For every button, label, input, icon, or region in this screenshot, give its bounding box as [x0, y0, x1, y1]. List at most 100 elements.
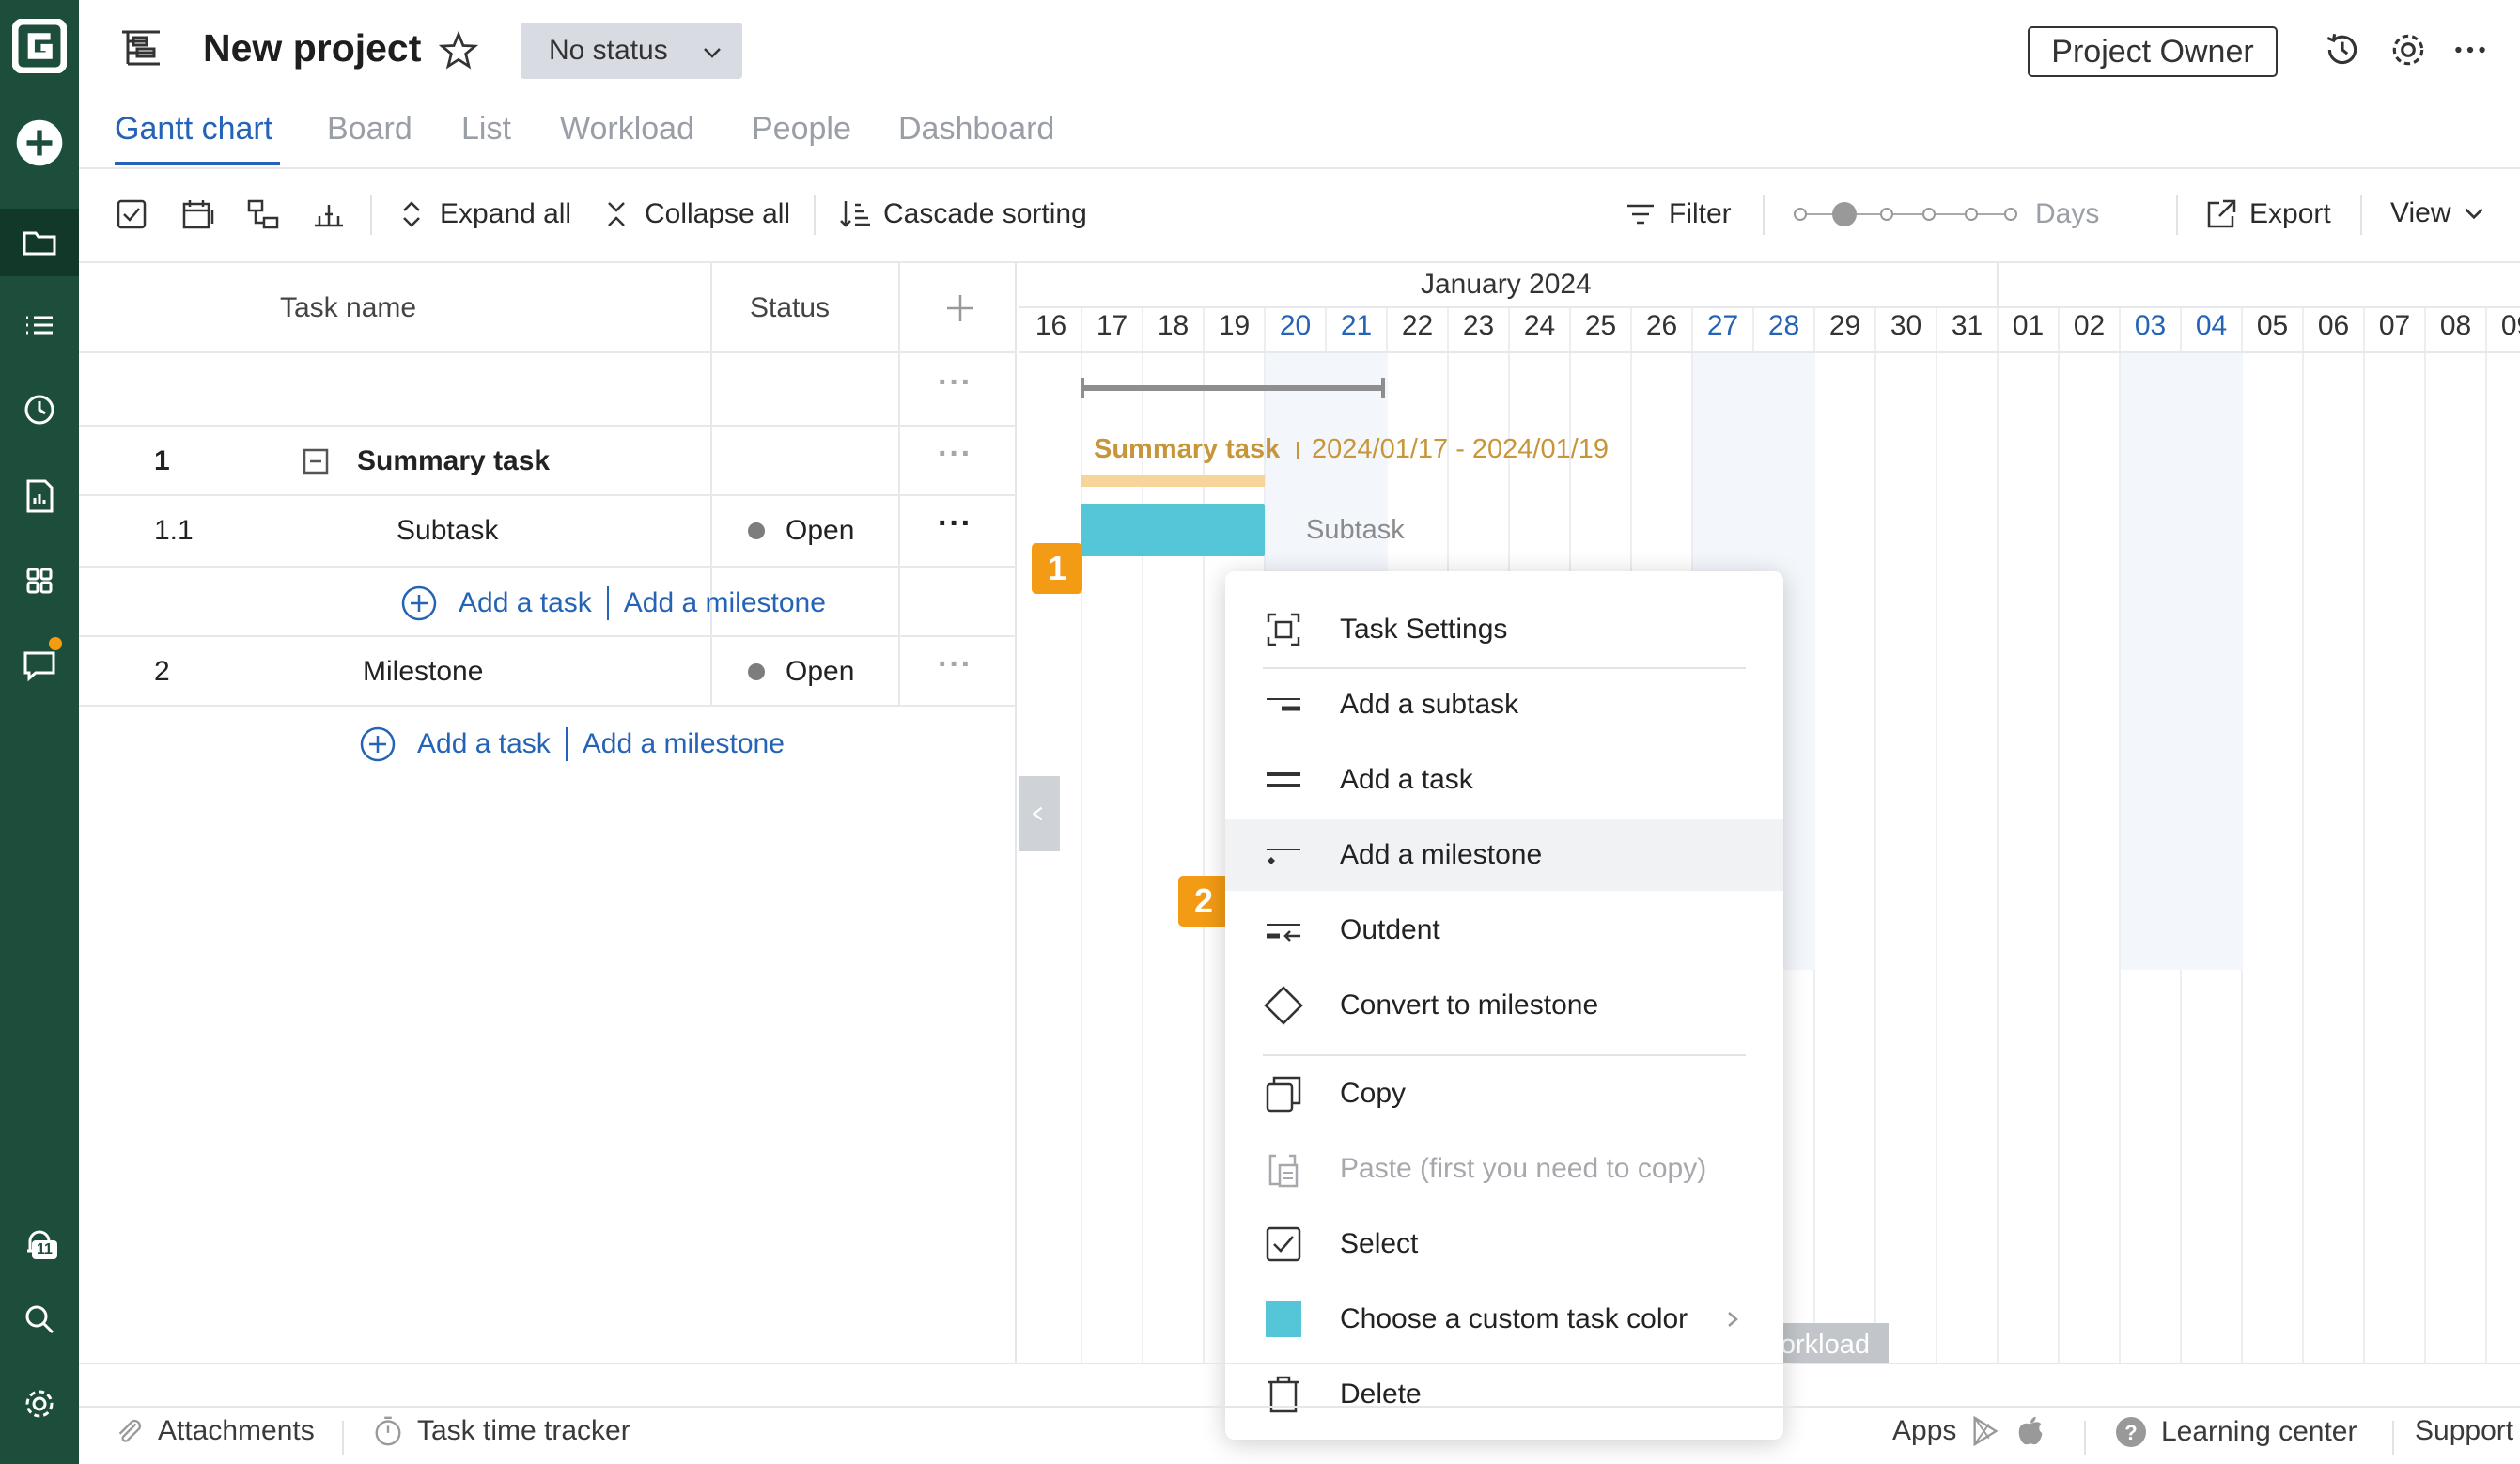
day-column-line — [2363, 306, 2365, 1364]
tab-board[interactable]: Board — [327, 111, 412, 148]
export-button[interactable]: Export — [2204, 197, 2331, 231]
tab-gantt-chart[interactable]: Gantt chart — [115, 111, 272, 148]
support-link[interactable]: Support — [2415, 1415, 2513, 1447]
collapse-toggle-icon[interactable] — [303, 427, 329, 496]
expand-all-button[interactable]: Expand all — [395, 197, 571, 231]
zoom-slider[interactable]: Days — [1793, 197, 2099, 231]
timeline-day-label: 29 — [1828, 310, 1861, 341]
timeline-day-label: 23 — [1462, 310, 1495, 341]
row-menu-icon[interactable]: ··· — [938, 365, 972, 401]
apple-icon[interactable] — [2014, 1415, 2046, 1447]
chat-icon[interactable] — [0, 633, 79, 697]
row-menu-icon[interactable]: ··· — [938, 646, 972, 683]
menu-item-add-milestone[interactable]: Add a milestone — [1225, 819, 1783, 891]
attachments-button[interactable]: Attachments — [113, 1415, 315, 1447]
timeline-day-label: 01 — [2012, 310, 2045, 341]
apps-grid-icon[interactable] — [0, 549, 79, 613]
tab-people[interactable]: People — [752, 111, 851, 148]
add-milestone-link[interactable]: Add a milestone — [583, 728, 785, 760]
status-cell[interactable]: Open — [748, 637, 854, 707]
task-name[interactable]: Subtask — [397, 496, 498, 566]
add-row-root: Add a task Add a milestone — [359, 725, 785, 763]
add-milestone-link[interactable]: Add a milestone — [624, 587, 826, 619]
list-icon[interactable] — [0, 293, 79, 357]
tab-list[interactable]: List — [461, 111, 511, 148]
filter-icon — [1627, 204, 1654, 225]
menu-item-label: Add a milestone — [1340, 839, 1543, 870]
view-dropdown[interactable]: View — [2390, 197, 2486, 229]
report-icon[interactable] — [0, 464, 79, 528]
collapse-panel-handle[interactable] — [1019, 776, 1060, 851]
search-icon[interactable] — [0, 1287, 79, 1351]
learning-center-button[interactable]: ? Learning center — [2114, 1415, 2357, 1449]
row-menu-icon[interactable]: ··· — [938, 436, 972, 473]
bell-icon[interactable]: 11 — [0, 1208, 79, 1278]
cascade-sorting-button[interactable]: Cascade sorting — [838, 197, 1087, 231]
column-header-status[interactable]: Status — [750, 263, 830, 353]
menu-item-add-task[interactable]: Add a task — [1225, 744, 1783, 816]
google-play-icon[interactable] — [1969, 1415, 2001, 1447]
summary-task-bar[interactable] — [1081, 475, 1265, 487]
menu-item-label: Copy — [1340, 1078, 1407, 1109]
baseline-icon[interactable] — [312, 197, 346, 231]
menu-item-label: Convert to milestone — [1340, 989, 1599, 1020]
row-menu-icon[interactable]: ··· — [938, 506, 972, 542]
gear-icon[interactable] — [0, 1372, 79, 1436]
add-task-icon — [1263, 759, 1304, 801]
footer-divider — [2392, 1421, 2394, 1455]
menu-item-outdent[interactable]: Outdent — [1225, 895, 1783, 966]
tab-workload[interactable]: Workload — [560, 111, 694, 148]
logo-icon[interactable] — [0, 13, 79, 79]
more-options-icon[interactable] — [2450, 30, 2490, 70]
settings-gear-icon[interactable] — [2388, 30, 2428, 70]
add-task-link[interactable]: Add a task — [417, 728, 551, 760]
menu-item-copy[interactable]: Copy — [1225, 1058, 1783, 1129]
subtask-bar[interactable] — [1081, 504, 1265, 556]
active-tab-underline — [115, 162, 280, 165]
add-circle-icon[interactable] — [400, 584, 438, 622]
plus-circle-icon[interactable] — [0, 113, 79, 173]
star-icon[interactable] — [438, 30, 479, 71]
project-owner-button[interactable]: Project Owner — [2028, 26, 2278, 77]
dependency-icon[interactable] — [246, 197, 280, 231]
add-milestone-icon — [1263, 834, 1304, 876]
add-circle-icon[interactable] — [359, 725, 397, 763]
calendar-icon[interactable] — [180, 197, 214, 231]
menu-item-paste[interactable]: Paste (first you need to copy) — [1225, 1133, 1783, 1205]
menu-item-custom-color[interactable]: Choose a custom task color — [1225, 1284, 1783, 1355]
timeline-day-label: 17 — [1096, 310, 1128, 341]
history-icon[interactable] — [2323, 30, 2362, 70]
menu-item-task-settings[interactable]: Task Settings — [1225, 594, 1783, 665]
task-name[interactable]: Milestone — [363, 637, 483, 707]
timeline-day-label: 07 — [2378, 310, 2411, 341]
menu-item-label: Choose a custom task color — [1340, 1303, 1688, 1334]
menu-item-label: Select — [1340, 1228, 1419, 1259]
clock-icon[interactable] — [0, 378, 79, 442]
menu-item-add-subtask[interactable]: Add a subtask — [1225, 669, 1783, 740]
column-header-task-name[interactable]: Task name — [280, 263, 416, 353]
task-name[interactable]: Summary task — [357, 427, 550, 496]
tab-dashboard[interactable]: Dashboard — [898, 111, 1054, 148]
timeline-day-label: 03 — [2134, 310, 2167, 341]
status-cell[interactable]: Open — [748, 496, 854, 566]
status-dropdown[interactable]: No status — [521, 23, 742, 79]
filter-button[interactable]: Filter — [1624, 197, 1732, 231]
row-divider — [79, 705, 1017, 707]
folder-icon[interactable] — [0, 209, 79, 276]
timeline-day-label: 26 — [1645, 310, 1678, 341]
menu-item-convert-to-milestone[interactable]: Convert to milestone — [1225, 970, 1783, 1041]
view-label: View — [2390, 197, 2451, 228]
select-mode-icon[interactable] — [115, 197, 148, 231]
time-tracker-button[interactable]: Task time tracker — [372, 1415, 630, 1447]
timeline-day-label: 05 — [2256, 310, 2289, 341]
collapse-all-button[interactable]: Collapse all — [599, 197, 790, 231]
menu-item-select[interactable]: Select — [1225, 1208, 1783, 1280]
collapse-icon — [608, 202, 625, 226]
project-title[interactable]: New project — [203, 26, 421, 70]
zoom-track[interactable] — [1793, 197, 2018, 231]
zoom-level-label: Days — [2035, 198, 2100, 229]
project-summary-bar[interactable] — [1081, 385, 1385, 391]
add-column-icon[interactable] — [943, 263, 977, 353]
footer-divider — [2084, 1421, 2086, 1455]
add-task-link[interactable]: Add a task — [459, 587, 592, 619]
